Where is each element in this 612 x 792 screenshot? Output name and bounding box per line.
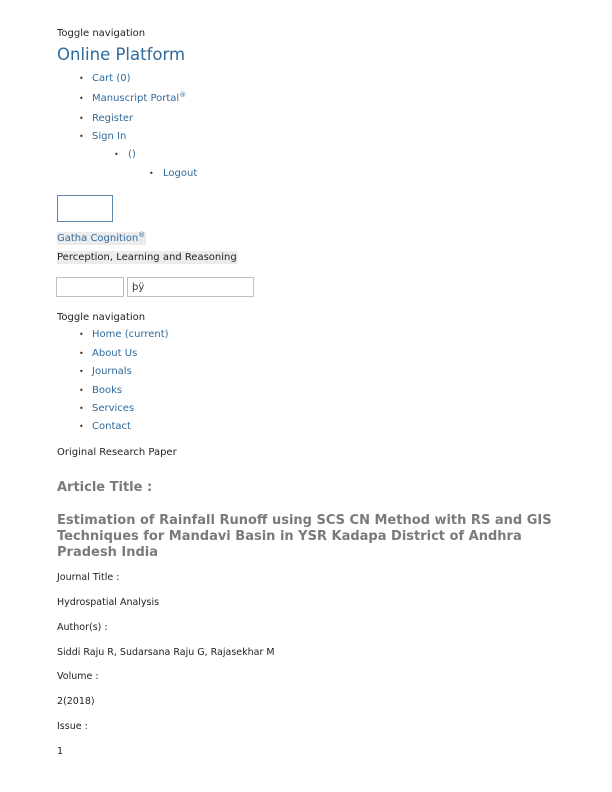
top-nav-toggle[interactable]: Toggle navigation [57,28,145,39]
register-link[interactable]: Register [92,113,133,124]
publisher-tagline: Perception, Learning and Reasoning [57,251,238,264]
bullet: • [79,114,84,123]
bullet: • [79,132,84,141]
bullet: • [79,422,84,431]
registered-mark: ® [138,231,146,239]
tagline-text: Perception, Learning and Reasoning [57,251,238,264]
bullet: • [114,150,119,159]
journal-title: Hydrospatial Analysis [57,597,160,608]
nav-books[interactable]: Books [92,385,122,396]
logo-image-placeholder-icon[interactable] [57,195,113,222]
main-nav-toggle[interactable]: Toggle navigation [57,312,145,323]
nav-about-us[interactable]: About Us [92,348,137,359]
bullet: • [79,386,84,395]
sign-in-link[interactable]: Sign In [92,131,126,142]
search-field-secondary[interactable] [127,277,254,297]
nav-services[interactable]: Services [92,403,134,414]
manuscript-portal-label: Manuscript Portal [92,93,180,104]
user-menu-link[interactable]: () [128,149,136,160]
journal-title-label: Journal Title : [57,572,120,583]
issue-value: 1 [57,746,64,757]
authors-label: Author(s) : [57,622,108,633]
cart-link[interactable]: Cart (0) [92,73,131,84]
bullet: • [79,367,84,376]
bullet: • [79,330,84,339]
article-title-label: Article Title : [57,480,153,495]
bullet: • [79,74,84,83]
nav-home[interactable]: Home (current) [92,329,169,340]
bullet: • [79,349,84,358]
authors-link[interactable]: Siddi Raju R, Sudarsana Raju G, Rajasekh… [57,647,275,658]
nav-contact[interactable]: Contact [92,421,131,432]
brand-link[interactable]: Online Platform [57,45,185,64]
article-type: Original Research Paper [57,447,177,458]
manuscript-portal-link[interactable]: Manuscript Portal® [92,91,187,104]
issue-label: Issue : [57,721,88,732]
registered-mark: ® [179,91,187,99]
volume-label: Volume : [57,671,99,682]
article-title: Estimation of Rainfall Runoff using SCS … [57,513,552,560]
nav-journals[interactable]: Journals [92,366,132,377]
bullet: • [79,94,84,103]
bullet: • [79,404,84,413]
publisher-name: Gatha Cognition [57,233,139,244]
publisher-name-link[interactable]: Gatha Cognition® [57,231,147,245]
bullet: • [149,169,154,178]
volume-value: 2(2018) [57,696,95,707]
search-field-primary[interactable] [56,277,124,297]
logout-link[interactable]: Logout [163,168,197,179]
